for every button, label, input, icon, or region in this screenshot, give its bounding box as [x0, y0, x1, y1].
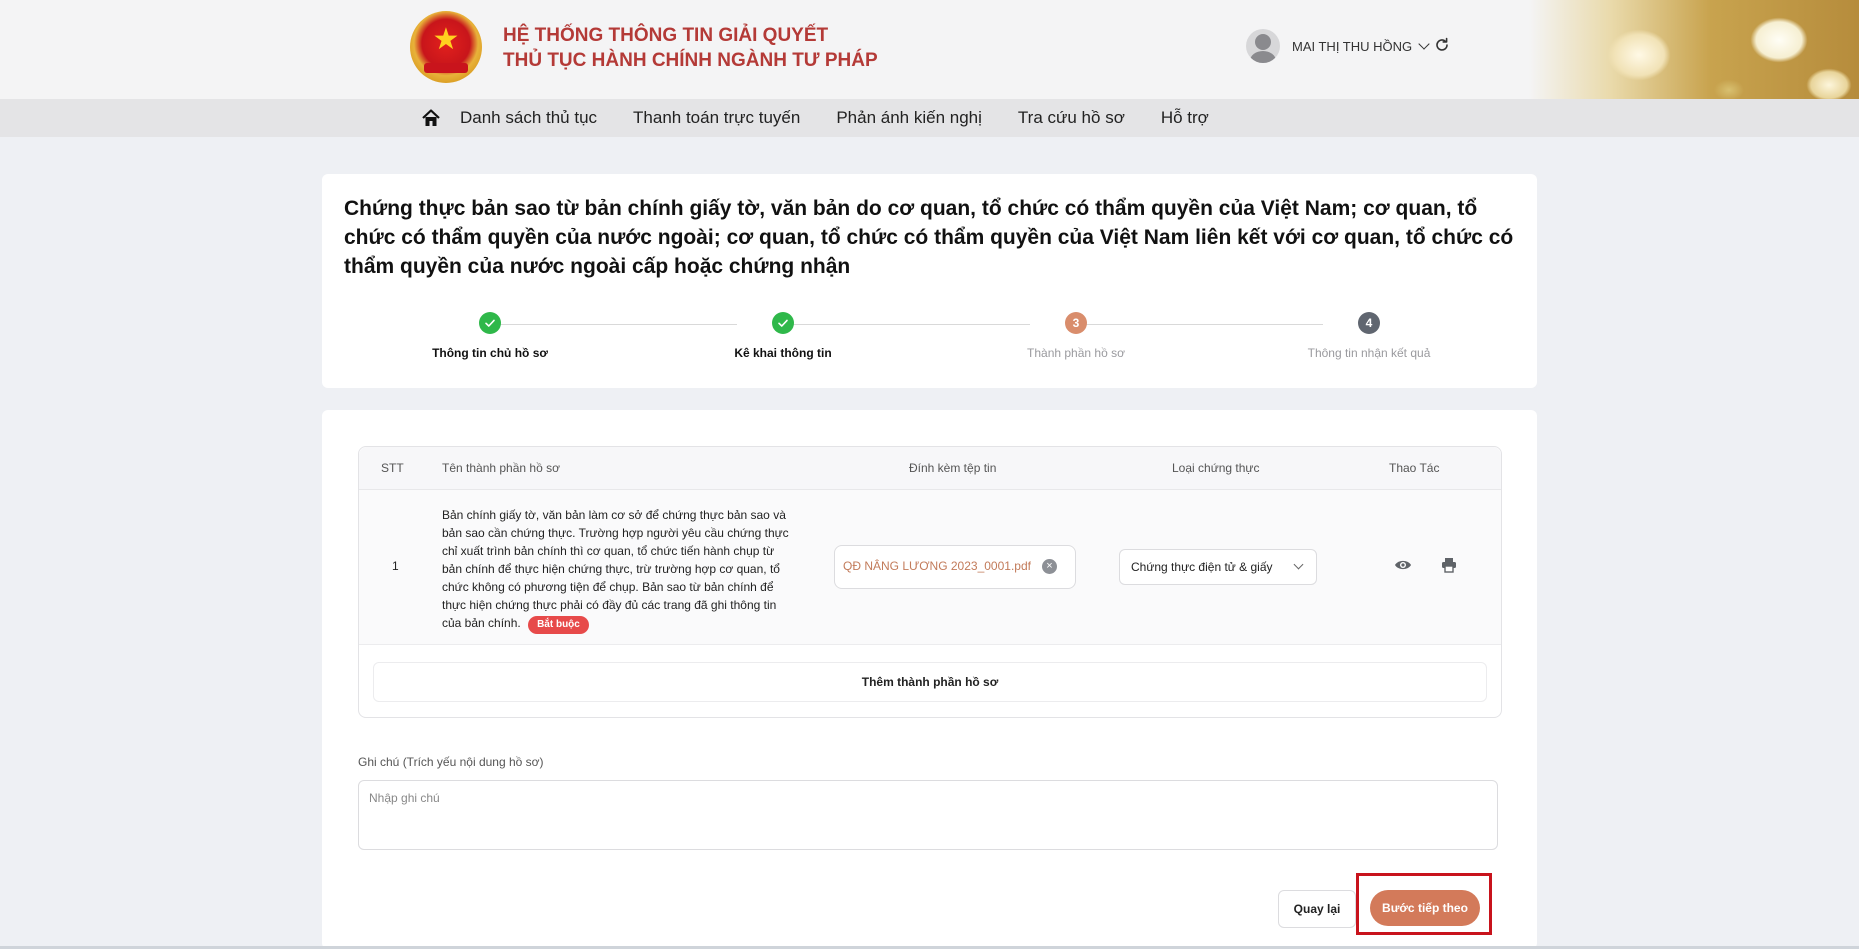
- table-header: STT Tên thành phần hồ sơ Đính kèm tệp ti…: [359, 447, 1501, 490]
- table-row: 1 Bản chính giấy tờ, văn bản làm cơ sở đ…: [359, 490, 1501, 645]
- home-icon[interactable]: [420, 107, 442, 129]
- step-number: 3: [1065, 312, 1087, 334]
- main-nav: Danh sách thủ tục Thanh toán trực tuyến …: [0, 99, 1859, 137]
- header: ★ HỆ THỐNG THÔNG TIN GIẢI QUYẾT THỦ TỤC …: [0, 0, 1859, 99]
- row-stt: 1: [392, 559, 399, 573]
- certification-type-value: Chứng thực điện tử & giấy: [1131, 560, 1273, 574]
- step-4: 4 Thông tin nhận kết quả: [1239, 312, 1499, 360]
- nav-item-procedures[interactable]: Danh sách thủ tục: [460, 108, 597, 128]
- step-label: Kê khai thông tin: [734, 346, 832, 360]
- check-icon: [772, 312, 794, 334]
- user-avatar-icon: [1246, 29, 1280, 63]
- chevron-down-icon: [1293, 559, 1304, 570]
- step-number: 4: [1358, 312, 1380, 334]
- stepper: Thông tin chủ hồ sơ Kê khai thông tin 3 …: [322, 312, 1537, 372]
- certification-type-select[interactable]: Chứng thực điện tử & giấy: [1119, 549, 1317, 585]
- user-name: MAI THỊ THU HỒNG: [1292, 38, 1413, 54]
- step-3: 3 Thành phần hồ sơ: [946, 312, 1206, 360]
- eye-icon[interactable]: [1394, 558, 1412, 572]
- system-title-line2: THỦ TỤC HÀNH CHÍNH NGÀNH TƯ PHÁP: [503, 50, 878, 71]
- row-name: Bản chính giấy tờ, văn bản làm cơ sở để …: [442, 508, 789, 630]
- col-type: Loại chứng thực: [1172, 461, 1260, 475]
- file-chip[interactable]: QĐ NÂNG LƯƠNG 2023_0001.pdf ×: [834, 545, 1076, 589]
- refresh-icon[interactable]: [1434, 37, 1450, 53]
- nav-item-support[interactable]: Hỗ trợ: [1161, 108, 1209, 128]
- procedure-card: Chứng thực bản sao từ bản chính giấy tờ,…: [322, 174, 1537, 388]
- note-field[interactable]: [358, 780, 1498, 850]
- required-badge: Bắt buộc: [528, 616, 589, 634]
- nav-item-online-payment[interactable]: Thanh toán trực tuyến: [633, 108, 800, 128]
- step-2: Kê khai thông tin: [653, 312, 913, 360]
- next-step-button[interactable]: Bước tiếp theo: [1370, 890, 1480, 926]
- documents-table: STT Tên thành phần hồ sơ Đính kèm tệp ti…: [358, 446, 1502, 718]
- procedure-title: Chứng thực bản sao từ bản chính giấy tờ,…: [344, 197, 1514, 278]
- system-title-line1: HỆ THỐNG THÔNG TIN GIẢI QUYẾT: [503, 25, 829, 46]
- add-document-button[interactable]: Thêm thành phần hồ sơ: [373, 662, 1487, 702]
- step-label: Thông tin chủ hồ sơ: [432, 346, 548, 360]
- file-name[interactable]: QĐ NÂNG LƯƠNG 2023_0001.pdf: [843, 559, 1031, 573]
- documents-card: STT Tên thành phần hồ sơ Đính kèm tệp ti…: [322, 410, 1537, 949]
- step-1: Thông tin chủ hồ sơ: [360, 312, 620, 360]
- lotus-banner-image: [1529, 0, 1859, 99]
- print-icon[interactable]: [1441, 557, 1457, 573]
- back-button[interactable]: Quay lại: [1278, 890, 1356, 928]
- nav-item-feedback[interactable]: Phản ánh kiến nghị: [836, 108, 982, 128]
- system-title[interactable]: HỆ THỐNG THÔNG TIN GIẢI QUYẾT THỦ TỤC HÀ…: [503, 23, 878, 73]
- col-name: Tên thành phần hồ sơ: [442, 461, 560, 475]
- step-label: Thành phần hồ sơ: [1027, 346, 1125, 360]
- check-icon: [479, 312, 501, 334]
- user-menu[interactable]: MAI THỊ THU HỒNG: [1246, 29, 1430, 63]
- col-stt: STT: [381, 461, 404, 475]
- close-icon[interactable]: ×: [1042, 559, 1057, 574]
- col-attach: Đính kèm tệp tin: [909, 461, 997, 475]
- nav-item-lookup[interactable]: Tra cứu hồ sơ: [1018, 108, 1125, 128]
- chevron-down-icon: [1418, 37, 1430, 50]
- step-label: Thông tin nhận kết quả: [1307, 346, 1431, 360]
- row-name-cell: Bản chính giấy tờ, văn bản làm cơ sở để …: [442, 506, 792, 634]
- col-actions: Thao Tác: [1389, 461, 1440, 475]
- national-emblem-icon: ★: [410, 11, 482, 83]
- note-label: Ghi chú (Trích yếu nội dung hồ sơ): [358, 755, 544, 769]
